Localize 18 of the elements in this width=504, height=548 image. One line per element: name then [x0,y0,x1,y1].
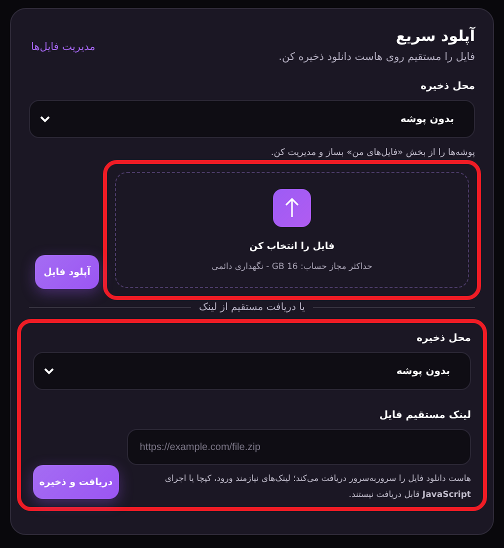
manage-files-link[interactable]: مدیریت فایل‌ها [31,41,96,53]
folder-select[interactable]: بدون پوشه [33,352,471,390]
dropzone-title: فایل را انتخاب کن [249,240,335,252]
divider-text: یا دریافت مستقیم از لینک [199,302,305,313]
folder-hint: پوشه‌ها را از بخش «فایل‌های من» بساز و مدیریت کن. [270,148,475,158]
dropzone[interactable]: فایل را انتخاب کن حداکثر مجاز حساب: GB 16 - نگهداری دائمی [115,172,469,288]
folder-select[interactable]: بدون پوشه [29,100,475,138]
field-label: محل ذخیره [420,81,475,92]
upload-button[interactable]: آپلود فایل [35,255,99,289]
url-input-field[interactable]: https://example.com/file.zip [126,429,471,465]
chevron-down-icon [40,116,50,122]
chevron-down-icon [44,368,54,374]
card-title: آپلود سریع [394,27,475,45]
field-label: محل ذخیره [416,333,471,344]
field-label: لینک مستقیم فایل [378,410,471,421]
card-subtitle: فایل را مستقیم روی هاست دانلود ذخیره کن. [278,51,475,63]
fetch-save-button[interactable]: دریافت و ذخیره [33,465,119,499]
dropzone-hint: حداکثر مجاز حساب: GB 16 - نگهداری دائمی [212,262,372,272]
